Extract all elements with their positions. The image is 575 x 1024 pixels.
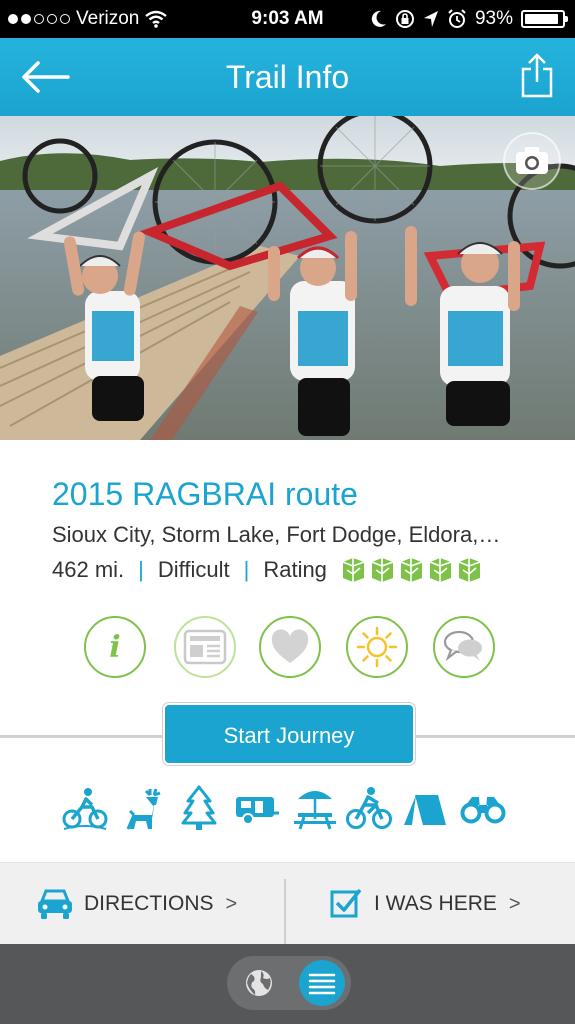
rating-leaf-icon bbox=[342, 558, 365, 582]
trail-meta: 462 mi. | Difficult | Rating bbox=[52, 554, 482, 586]
action-divider bbox=[284, 879, 286, 945]
news-button[interactable] bbox=[174, 616, 236, 678]
trail-actions: i bbox=[0, 616, 575, 680]
sun-icon bbox=[356, 626, 398, 668]
location-arrow-icon bbox=[423, 11, 438, 27]
comments-button[interactable] bbox=[433, 616, 495, 678]
globe-icon bbox=[246, 970, 272, 996]
weather-button[interactable] bbox=[346, 616, 408, 678]
trail-name: 2015 RAGBRAI route bbox=[52, 476, 358, 512]
divider: | bbox=[243, 557, 250, 582]
camera-button[interactable] bbox=[503, 132, 561, 190]
status-right: 93% bbox=[371, 0, 568, 38]
chevron-right-icon: > bbox=[225, 892, 238, 915]
page-title: Trail Info bbox=[225, 59, 350, 95]
speech-bubbles-icon bbox=[443, 630, 482, 662]
binoculars-icon bbox=[460, 797, 506, 824]
trail-difficulty: Difficult bbox=[157, 557, 230, 582]
car-icon bbox=[38, 889, 72, 919]
rating-leaf-icon bbox=[429, 558, 452, 582]
i-was-here-label: I WAS HERE bbox=[374, 892, 497, 915]
battery-icon bbox=[521, 10, 568, 28]
share-icon bbox=[521, 53, 553, 98]
tent-icon bbox=[404, 794, 446, 826]
cyclists-photo bbox=[0, 116, 575, 440]
list-icon bbox=[308, 973, 336, 995]
directions-label: DIRECTIONS bbox=[84, 892, 214, 915]
orientation-lock-icon bbox=[395, 10, 414, 28]
rating-leaf-icon bbox=[371, 558, 394, 582]
map-view-button[interactable] bbox=[237, 961, 281, 1005]
directions-button[interactable]: DIRECTIONS > bbox=[36, 863, 237, 945]
camper-icon bbox=[236, 797, 279, 825]
moon-icon bbox=[371, 10, 386, 27]
list-view-button[interactable] bbox=[299, 960, 345, 1006]
nav-bar: Trail Info bbox=[0, 38, 575, 116]
activity-icons bbox=[0, 785, 575, 833]
info-icon: i bbox=[109, 629, 121, 665]
mountain-bike-icon bbox=[62, 788, 108, 830]
deer-icon bbox=[126, 788, 161, 830]
info-button[interactable]: i bbox=[84, 616, 146, 678]
camera-icon bbox=[516, 147, 548, 174]
divider: | bbox=[138, 557, 144, 582]
alarm-icon bbox=[448, 9, 466, 28]
chevron-right-icon: > bbox=[508, 892, 521, 915]
checkbox-icon bbox=[330, 888, 362, 918]
trail-distance: 462 mi. bbox=[52, 557, 125, 582]
trail-photo bbox=[0, 116, 575, 440]
rating-leaf-icon bbox=[400, 558, 423, 582]
favorite-button[interactable] bbox=[259, 616, 321, 678]
start-journey-button[interactable]: Start Journey bbox=[163, 703, 415, 765]
tab-bar bbox=[0, 944, 575, 1024]
status-bar: Verizon 9:03 AM 93% bbox=[0, 0, 575, 38]
battery-percent: 93% bbox=[474, 8, 513, 29]
rating-label: Rating bbox=[263, 557, 327, 582]
rating-stars bbox=[341, 556, 482, 584]
share-button[interactable] bbox=[517, 50, 557, 100]
tree-icon bbox=[181, 785, 217, 830]
trail-towns: Sioux City, Storm Lake, Fort Dodge, Eldo… bbox=[52, 522, 501, 547]
rating-leaf-icon bbox=[458, 558, 481, 582]
road-bike-icon bbox=[346, 787, 392, 829]
newspaper-icon bbox=[183, 629, 227, 665]
view-toggle bbox=[227, 956, 351, 1010]
picnic-table-icon bbox=[294, 791, 336, 830]
action-bar: DIRECTIONS > I WAS HERE > bbox=[0, 862, 575, 945]
heart-icon bbox=[271, 629, 309, 663]
i-was-here-button[interactable]: I WAS HERE > bbox=[330, 863, 521, 945]
